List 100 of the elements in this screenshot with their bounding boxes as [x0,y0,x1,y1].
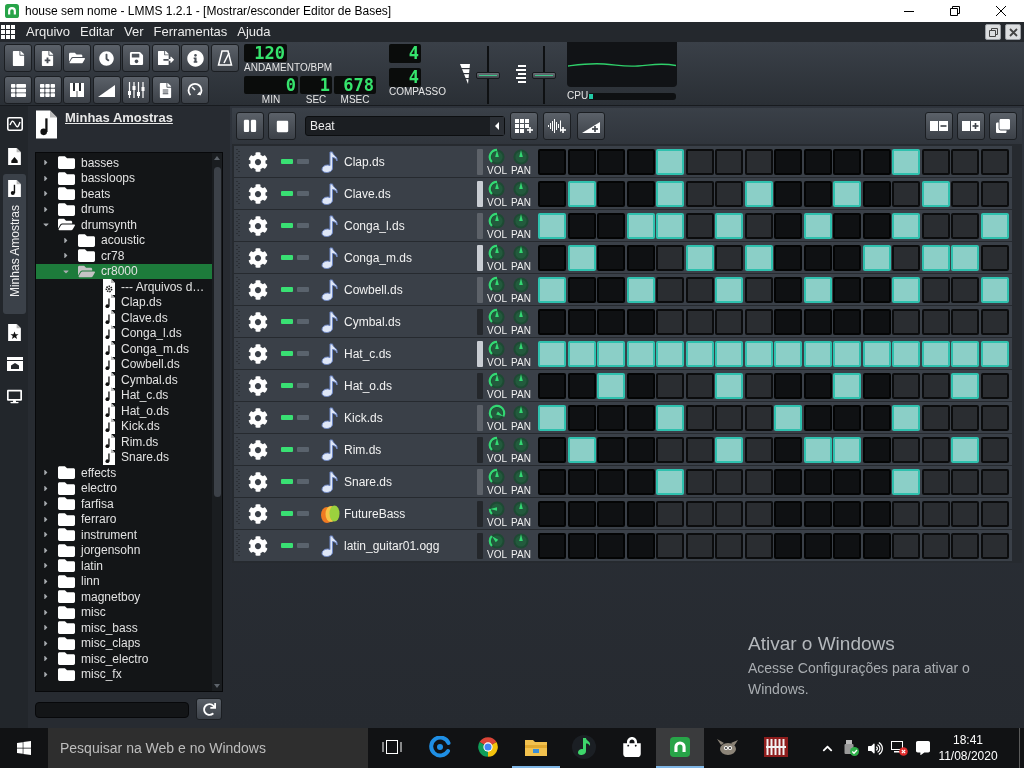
tree-item[interactable]: Kick.ds [36,418,212,434]
track-name-button[interactable]: Conga_m.ds [344,246,472,269]
tree-item[interactable]: electro [36,480,212,496]
pattern-dropdown[interactable]: Beat [305,116,505,136]
new-project-button[interactable] [4,44,32,72]
scrollbar-thumb[interactable] [213,167,221,497]
refresh-button[interactable] [196,698,222,720]
step-button[interactable] [892,276,920,303]
pause-button[interactable] [236,112,264,140]
pan-knob[interactable] [512,275,530,294]
sidebar-tab[interactable]: Minhas Amostras [3,174,26,314]
step-button[interactable] [656,148,684,175]
tree-item[interactable]: Hat_o.ds [36,403,212,419]
pan-knob[interactable] [512,211,530,230]
settings-button[interactable] [247,535,268,556]
step-button[interactable] [715,276,743,303]
step-button[interactable] [715,340,743,367]
tree-item[interactable]: linn [36,573,212,589]
step-button[interactable] [862,244,891,271]
taskbar-button[interactable] [656,728,704,768]
volume-knob[interactable] [488,243,506,262]
track-name-button[interactable]: Cymbal.ds [344,310,472,333]
stop-button[interactable] [268,112,296,140]
pan-knob[interactable] [512,147,530,166]
step-button[interactable] [774,340,802,367]
solo-led[interactable] [297,415,309,420]
solo-led[interactable] [297,287,309,292]
step-button[interactable] [980,340,1009,367]
tree-item[interactable]: Clave.ds [36,310,212,326]
menu-item[interactable]: Arquivo [21,23,76,41]
volume-knob[interactable] [488,371,506,390]
step-button[interactable] [980,276,1009,303]
track-name-button[interactable]: Kick.ds [344,406,472,429]
solo-led[interactable] [297,543,309,548]
tree-item[interactable]: Hat_c.ds [36,387,212,403]
track-name-button[interactable]: Hat_c.ds [344,342,472,365]
new-from-template-button[interactable] [33,44,62,72]
controller-rack-button[interactable] [181,76,209,104]
settings-button[interactable] [247,183,268,204]
step-button[interactable] [656,212,684,239]
automation-editor-button[interactable] [92,76,121,104]
tree-item[interactable]: instrument [36,527,212,543]
menu-item[interactable]: Ver [119,23,149,41]
settings-button[interactable] [247,439,268,460]
step-button[interactable] [803,340,832,367]
volume-knob[interactable] [488,179,506,198]
pan-knob[interactable] [512,307,530,326]
tree-item[interactable]: beats [36,186,212,202]
step-button[interactable] [980,212,1009,239]
solo-led[interactable] [297,383,309,388]
save-button[interactable] [122,44,150,72]
tree-item[interactable]: Cowbell.ds [36,356,212,372]
step-button[interactable] [538,404,566,431]
tree-item[interactable]: misc_bass [36,620,212,636]
add-steps-button[interactable] [957,112,985,140]
step-button[interactable] [744,180,773,207]
mute-led[interactable] [281,511,293,516]
app-menu-icon[interactable] [1,24,16,40]
subwindow-close-button[interactable] [1005,24,1021,40]
step-button[interactable] [656,180,684,207]
tree-item[interactable]: cr8000 [36,263,212,279]
tree-item[interactable]: drumsynth [36,217,212,233]
mute-led[interactable] [281,383,293,388]
step-button[interactable] [833,372,861,399]
volume-knob[interactable] [488,211,506,230]
tree-item[interactable]: latin [36,558,212,574]
settings-button[interactable] [247,279,268,300]
step-button[interactable] [892,212,920,239]
step-button[interactable] [951,436,979,463]
step-button[interactable] [774,404,802,431]
volume-knob[interactable] [488,403,506,422]
search-field[interactable]: Pesquisar na Web e no Windows [48,728,368,768]
solo-led[interactable] [297,319,309,324]
volume-knob[interactable] [488,435,506,454]
step-button[interactable] [567,340,596,367]
step-button[interactable] [921,340,950,367]
master-pitch-slider[interactable] [532,46,556,104]
metronome-button[interactable] [210,44,239,72]
step-button[interactable] [892,468,920,495]
step-button[interactable] [685,340,714,367]
step-button[interactable] [597,340,625,367]
step-button[interactable] [567,244,596,271]
tree-item[interactable]: Clap.ds [36,294,212,310]
filter-field[interactable] [35,702,189,718]
settings-button[interactable] [247,407,268,428]
song-editor-button[interactable] [4,76,32,104]
menu-item[interactable]: Ferramentas [148,23,233,41]
piano-roll-button[interactable] [63,76,91,104]
step-button[interactable] [951,372,979,399]
settings-button[interactable] [247,503,268,524]
settings-button[interactable] [247,215,268,236]
solo-led[interactable] [297,223,309,228]
tree-item[interactable]: misc_electro [36,651,212,667]
pan-knob[interactable] [512,467,530,486]
tree-item[interactable]: basses [36,155,212,171]
beat-editor-button[interactable] [33,76,62,104]
settings-button[interactable] [247,375,268,396]
mute-led[interactable] [281,287,293,292]
recent-projects-button[interactable] [92,44,121,72]
step-button[interactable] [567,180,596,207]
